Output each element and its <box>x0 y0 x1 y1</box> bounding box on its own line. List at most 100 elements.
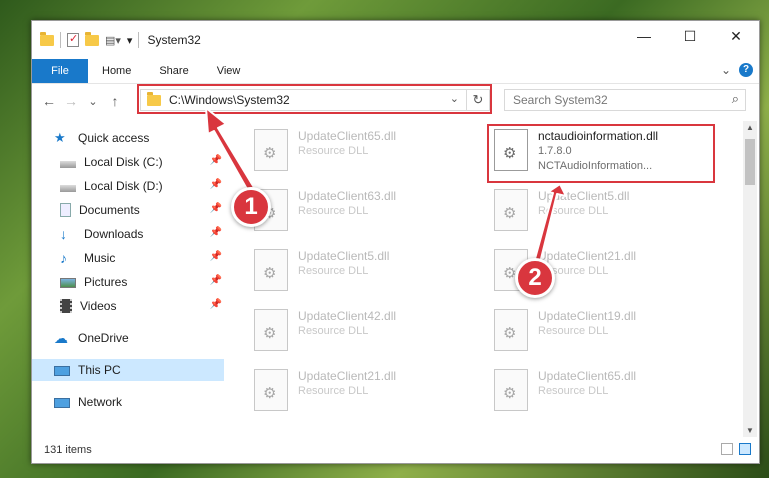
documents-icon <box>60 203 71 217</box>
search-icon[interactable]: ⌕ <box>732 91 739 107</box>
properties-icon[interactable] <box>67 32 79 47</box>
nav-music[interactable]: ♪ Music 📌 <box>32 247 224 269</box>
vertical-scrollbar[interactable]: ▲ ▼ <box>743 121 757 437</box>
nav-label: Downloads <box>84 227 144 241</box>
file-tile-nctaudioinformation[interactable]: ⚙ nctaudioinformation.dll 1.7.8.0 NCTAud… <box>490 125 720 179</box>
gear-icon: ⚙ <box>503 205 517 222</box>
nav-this-pc[interactable]: This PC <box>32 359 224 381</box>
ribbon-controls: ⌄ ? <box>721 63 753 77</box>
toolbar-dropdown-icon[interactable]: ▾ <box>127 34 133 47</box>
file-description: Resource DLL <box>298 385 369 397</box>
file-name: UpdateClient65.dll <box>538 369 637 383</box>
gear-icon: ⚙ <box>263 385 277 402</box>
new-folder-icon[interactable] <box>85 31 99 46</box>
large-icons-view-icon[interactable] <box>739 443 751 455</box>
minimize-button[interactable]: — <box>621 21 667 51</box>
tab-share[interactable]: Share <box>145 59 202 83</box>
file-tile[interactable]: ⚙ UpdateClient21.dll Resource DLL <box>250 365 480 419</box>
pin-icon[interactable]: 📌 <box>210 227 222 238</box>
file-tile[interactable]: ⚙ UpdateClient65.dll Resource DLL <box>490 365 720 419</box>
recent-locations-button[interactable]: ⌄ <box>82 95 104 108</box>
network-icon <box>54 397 70 408</box>
divider <box>60 32 61 48</box>
nav-quick-access[interactable]: ★ Quick access <box>32 127 224 149</box>
tab-file[interactable]: File <box>32 59 88 83</box>
scroll-thumb[interactable] <box>745 139 755 185</box>
pin-icon[interactable]: 📌 <box>210 179 222 190</box>
pin-icon[interactable]: 📌 <box>210 203 222 214</box>
dll-file-icon: ⚙ <box>494 129 528 171</box>
gear-icon: ⚙ <box>263 145 277 162</box>
scroll-up-icon[interactable]: ▲ <box>743 123 757 132</box>
file-name: UpdateClient5.dll <box>538 189 630 203</box>
file-tile[interactable]: ⚙ UpdateClient42.dll Resource DLL <box>250 305 480 359</box>
download-arrow-icon: ↓ <box>60 226 67 242</box>
drive-icon <box>60 160 76 168</box>
nav-label: Quick access <box>78 131 150 145</box>
nav-label: OneDrive <box>78 331 129 345</box>
file-tile[interactable]: ⚙ UpdateClient65.dll Resource DLL <box>250 125 480 179</box>
close-button[interactable]: ✕ <box>713 21 759 51</box>
forward-button[interactable]: → <box>60 93 82 109</box>
file-description: Resource DLL <box>298 265 369 277</box>
file-description: Resource DLL <box>298 205 369 217</box>
nav-documents[interactable]: Documents 📌 <box>32 199 224 221</box>
file-name: UpdateClient21.dll <box>538 249 637 263</box>
pin-icon[interactable]: 📌 <box>210 251 222 262</box>
pin-icon[interactable]: 📌 <box>210 275 222 286</box>
pin-icon[interactable]: 📌 <box>210 155 222 166</box>
explorer-window: ▤▾ ▾ System32 — ☐ ✕ File Home Share View… <box>31 20 760 464</box>
file-description: NCTAudioInformation... <box>538 160 653 172</box>
file-name: UpdateClient19.dll <box>538 309 637 323</box>
expand-ribbon-icon[interactable]: ⌄ <box>721 63 731 77</box>
refresh-button[interactable]: ↻ <box>466 90 489 110</box>
customize-toolbar-icon[interactable]: ▤▾ <box>105 34 121 47</box>
nav-local-disk-d[interactable]: Local Disk (D:) 📌 <box>32 175 224 197</box>
file-tile[interactable]: ⚙ UpdateClient19.dll Resource DLL <box>490 305 720 359</box>
file-tile[interactable]: ⚙ UpdateClient21.dll Resource DLL <box>490 245 720 299</box>
dll-file-icon: ⚙ <box>254 129 288 171</box>
file-tile[interactable]: ⚙ UpdateClient5.dll Resource DLL <box>250 245 480 299</box>
file-description: Resource DLL <box>298 325 369 337</box>
nav-downloads[interactable]: ↓ Downloads 📌 <box>32 223 224 245</box>
maximize-button[interactable]: ☐ <box>667 21 713 51</box>
file-tile[interactable]: ⚙ UpdateClient5.dll Resource DLL <box>490 185 720 239</box>
address-bar[interactable]: C:\Windows\System32 ⌄ ↻ <box>140 89 490 111</box>
dll-file-icon: ⚙ <box>254 369 288 411</box>
file-description: Resource DLL <box>298 145 369 157</box>
details-view-icon[interactable] <box>721 443 733 455</box>
file-name: UpdateClient63.dll <box>298 189 397 203</box>
file-description: Resource DLL <box>538 325 609 337</box>
up-button[interactable]: ↑ <box>104 93 126 109</box>
file-tile[interactable]: ⚙ UpdateClient63.dll Resource DLL <box>250 185 480 239</box>
quick-access-toolbar: ▤▾ ▾ <box>32 31 140 48</box>
nav-network[interactable]: Network <box>32 391 224 413</box>
nav-videos[interactable]: Videos 📌 <box>32 295 224 317</box>
pin-icon[interactable]: 📌 <box>210 299 222 310</box>
gear-icon: ⚙ <box>503 385 517 402</box>
navigation-pane: ★ Quick access Local Disk (C:) 📌 Local D… <box>32 125 228 435</box>
dll-file-icon: ⚙ <box>494 249 528 291</box>
dll-file-icon: ⚙ <box>494 189 528 231</box>
address-dropdown-icon[interactable]: ⌄ <box>450 92 459 105</box>
file-name: UpdateClient42.dll <box>298 309 397 323</box>
nav-label: Videos <box>80 299 117 313</box>
film-icon <box>60 299 72 313</box>
nav-label: Network <box>78 395 123 409</box>
nav-label: Documents <box>79 203 140 217</box>
scroll-down-icon[interactable]: ▼ <box>743 426 757 435</box>
folder-icon <box>40 31 54 46</box>
cloud-icon: ☁ <box>54 330 68 346</box>
tab-home[interactable]: Home <box>88 59 145 83</box>
nav-onedrive[interactable]: ☁ OneDrive <box>32 327 224 349</box>
address-path[interactable]: C:\Windows\System32 <box>169 93 290 107</box>
file-name: UpdateClient21.dll <box>298 369 397 383</box>
tab-view[interactable]: View <box>203 59 255 83</box>
help-icon[interactable]: ? <box>739 63 753 77</box>
search-input[interactable]: Search System32 ⌕ <box>504 89 746 111</box>
nav-local-disk-c[interactable]: Local Disk (C:) 📌 <box>32 151 224 173</box>
nav-pictures[interactable]: Pictures 📌 <box>32 271 224 293</box>
file-version: 1.7.8.0 <box>538 145 572 157</box>
back-button[interactable]: ← <box>38 93 60 109</box>
window-title: System32 <box>147 33 201 47</box>
